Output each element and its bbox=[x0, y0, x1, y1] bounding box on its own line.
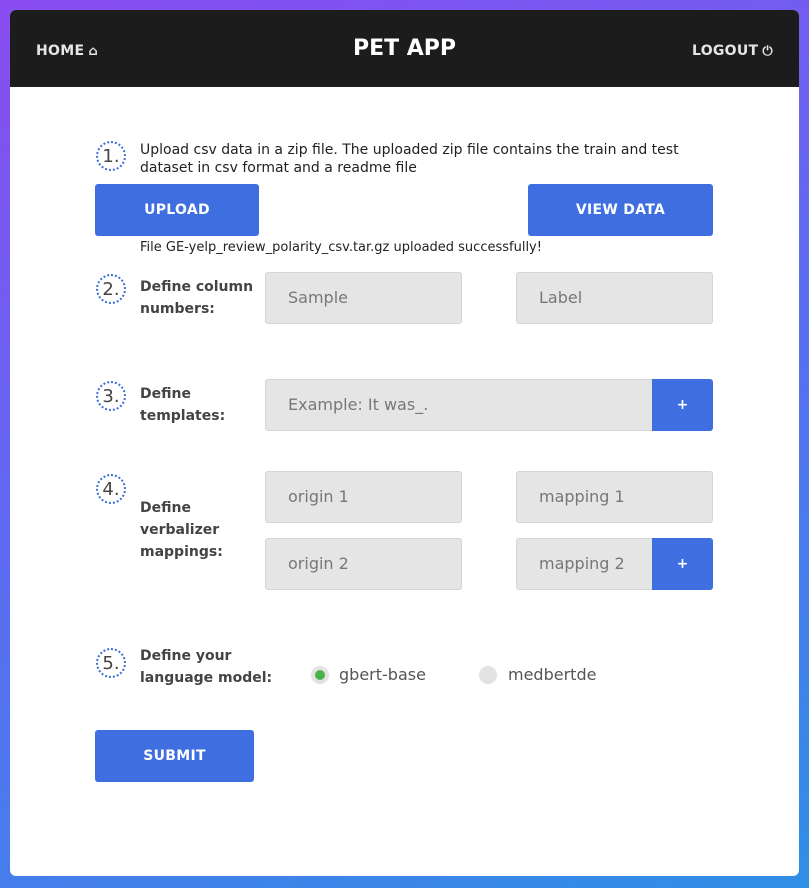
radio-label-gbert-base: gbert-base bbox=[339, 665, 426, 684]
add-template-button[interactable]: + bbox=[652, 379, 713, 431]
template-input[interactable]: Example: It was_. bbox=[265, 379, 653, 431]
logout-link[interactable]: LOGOUT ⏻ bbox=[692, 43, 773, 59]
step-3-badge: 3. bbox=[96, 381, 126, 411]
app-title: PET APP bbox=[352, 36, 457, 61]
upload-description: Upload csv data in a zip file. The uploa… bbox=[140, 142, 679, 176]
view-data-button[interactable]: VIEW DATA bbox=[528, 184, 713, 236]
mapping-2-input[interactable]: mapping 2 bbox=[516, 538, 653, 590]
main-card: HOME ⌂ PET APP LOGOUT ⏻ 1. Upload csv data… bbox=[10, 10, 799, 876]
submit-button[interactable]: SUBMIT bbox=[95, 730, 254, 782]
sample-column-input[interactable]: Sample bbox=[265, 272, 462, 324]
upload-status: File GE-yelp_review_polarity_csv.tar.gz … bbox=[140, 240, 542, 255]
step-5-badge: 5. bbox=[96, 648, 126, 678]
radio-medbertde[interactable] bbox=[479, 666, 497, 684]
power-icon: ⏻ bbox=[762, 44, 773, 59]
logout-label: LOGOUT bbox=[691, 43, 759, 59]
mapping-1-input[interactable]: mapping 1 bbox=[516, 471, 713, 523]
columns-label: Define column numbers: bbox=[140, 279, 254, 317]
origin-2-input[interactable]: origin 2 bbox=[265, 538, 462, 590]
radio-gbert-base[interactable] bbox=[311, 666, 329, 684]
navbar: HOME ⌂ PET APP LOGOUT ⏻ bbox=[10, 10, 799, 87]
templates-label: Define templates: bbox=[140, 386, 226, 424]
step-1-badge: 1. bbox=[96, 141, 126, 171]
step-4-badge: 4. bbox=[96, 474, 126, 504]
model-label: Define your language model: bbox=[140, 648, 273, 686]
upload-button[interactable]: UPLOAD bbox=[95, 184, 259, 236]
radio-label-medbertde: medbertde bbox=[508, 665, 597, 684]
verbalizer-label: Define verbalizer mappings: bbox=[140, 500, 223, 560]
label-column-input[interactable]: Label bbox=[516, 272, 713, 324]
origin-1-input[interactable]: origin 1 bbox=[265, 471, 462, 523]
step-2-badge: 2. bbox=[96, 274, 126, 304]
add-mapping-button[interactable]: + bbox=[652, 538, 713, 590]
